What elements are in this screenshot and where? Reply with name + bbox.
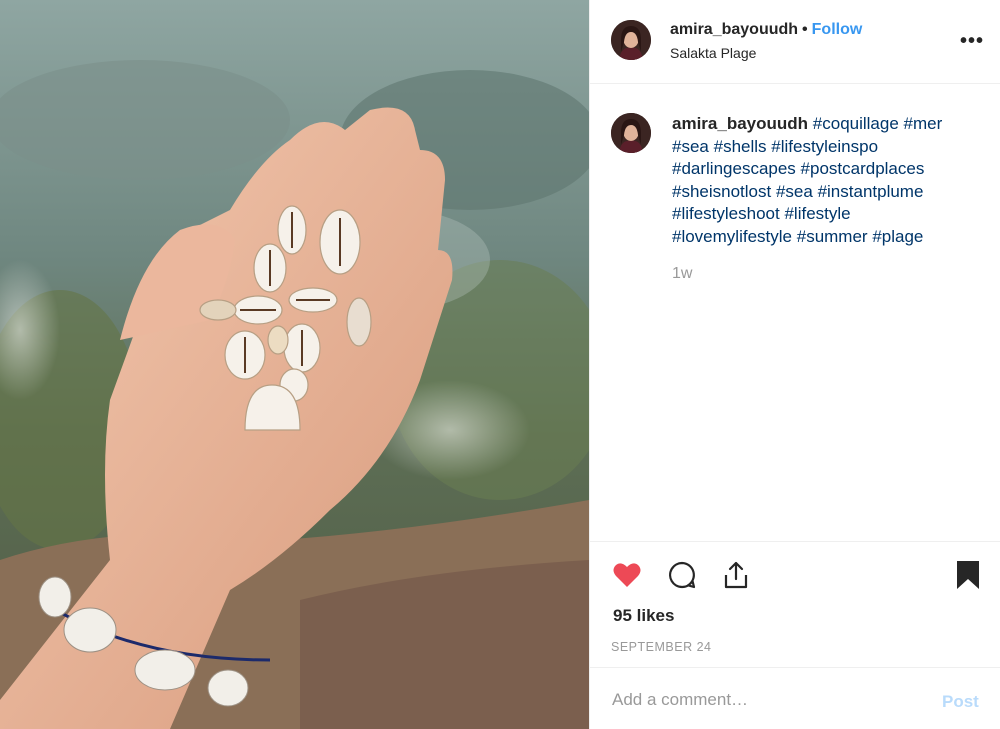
heart-filled-icon[interactable] <box>611 559 643 591</box>
post-location[interactable]: Salakta Plage <box>670 45 756 61</box>
hashtag-link[interactable]: #postcardplaces <box>801 159 925 178</box>
more-options-icon[interactable]: ••• <box>960 30 984 53</box>
hashtag-link[interactable]: #instantplume <box>818 182 924 201</box>
hashtag-link[interactable]: #lifestyleshoot <box>672 204 780 223</box>
follow-button[interactable]: Follow <box>812 21 863 38</box>
separator-dot: • <box>802 21 808 38</box>
caption-username[interactable]: amira_bayouudh <box>672 114 808 133</box>
post-caption: amira_bayouudh #coquillage #mer #sea #sh… <box>672 113 982 248</box>
caption-timestamp[interactable]: 1w <box>672 265 692 283</box>
comment-input[interactable] <box>612 686 912 714</box>
post-comment-button[interactable]: Post <box>942 692 979 712</box>
like-count[interactable]: 95 likes <box>613 606 674 626</box>
share-upload-icon[interactable] <box>720 559 752 591</box>
comment-bubble-icon[interactable] <box>666 559 698 591</box>
hashtag-link[interactable]: #sea <box>776 182 813 201</box>
comment-bar: Post <box>590 667 1000 729</box>
hashtag-link[interactable]: #darlingescapes <box>672 159 796 178</box>
author-username[interactable]: amira_bayouudh <box>670 21 798 38</box>
hashtag-link[interactable]: #plage <box>872 227 923 246</box>
post-actions: 95 likes SEPTEMBER 24 <box>590 541 1000 667</box>
caption-avatar[interactable] <box>611 113 651 153</box>
hashtag-link[interactable]: #lifestyleinspo <box>771 137 878 156</box>
hashtag-link[interactable]: #mer <box>904 114 943 133</box>
hashtag-link[interactable]: #lovemylifestyle <box>672 227 792 246</box>
hashtag-link[interactable]: #summer <box>797 227 868 246</box>
hashtag-link[interactable]: #shells <box>714 137 767 156</box>
caption-section: amira_bayouudh #coquillage #mer #sea #sh… <box>590 85 1000 540</box>
bookmark-filled-icon[interactable] <box>952 559 984 591</box>
hashtag-link[interactable]: #coquillage <box>813 114 899 133</box>
hashtag-link[interactable]: #lifestyle <box>784 204 850 223</box>
hashtag-link[interactable]: #sheisnotlost <box>672 182 771 201</box>
post-header: amira_bayouudh • Follow Salakta Plage ••• <box>590 0 1000 84</box>
post-date: SEPTEMBER 24 <box>611 640 712 654</box>
post-photo[interactable] <box>0 0 589 729</box>
post-details-panel: amira_bayouudh • Follow Salakta Plage ••• … <box>589 0 1000 729</box>
hashtag-link[interactable]: #sea <box>672 137 709 156</box>
header-username-line: amira_bayouudh • Follow <box>670 21 862 39</box>
photo-image <box>0 0 589 729</box>
author-avatar[interactable] <box>611 20 651 60</box>
